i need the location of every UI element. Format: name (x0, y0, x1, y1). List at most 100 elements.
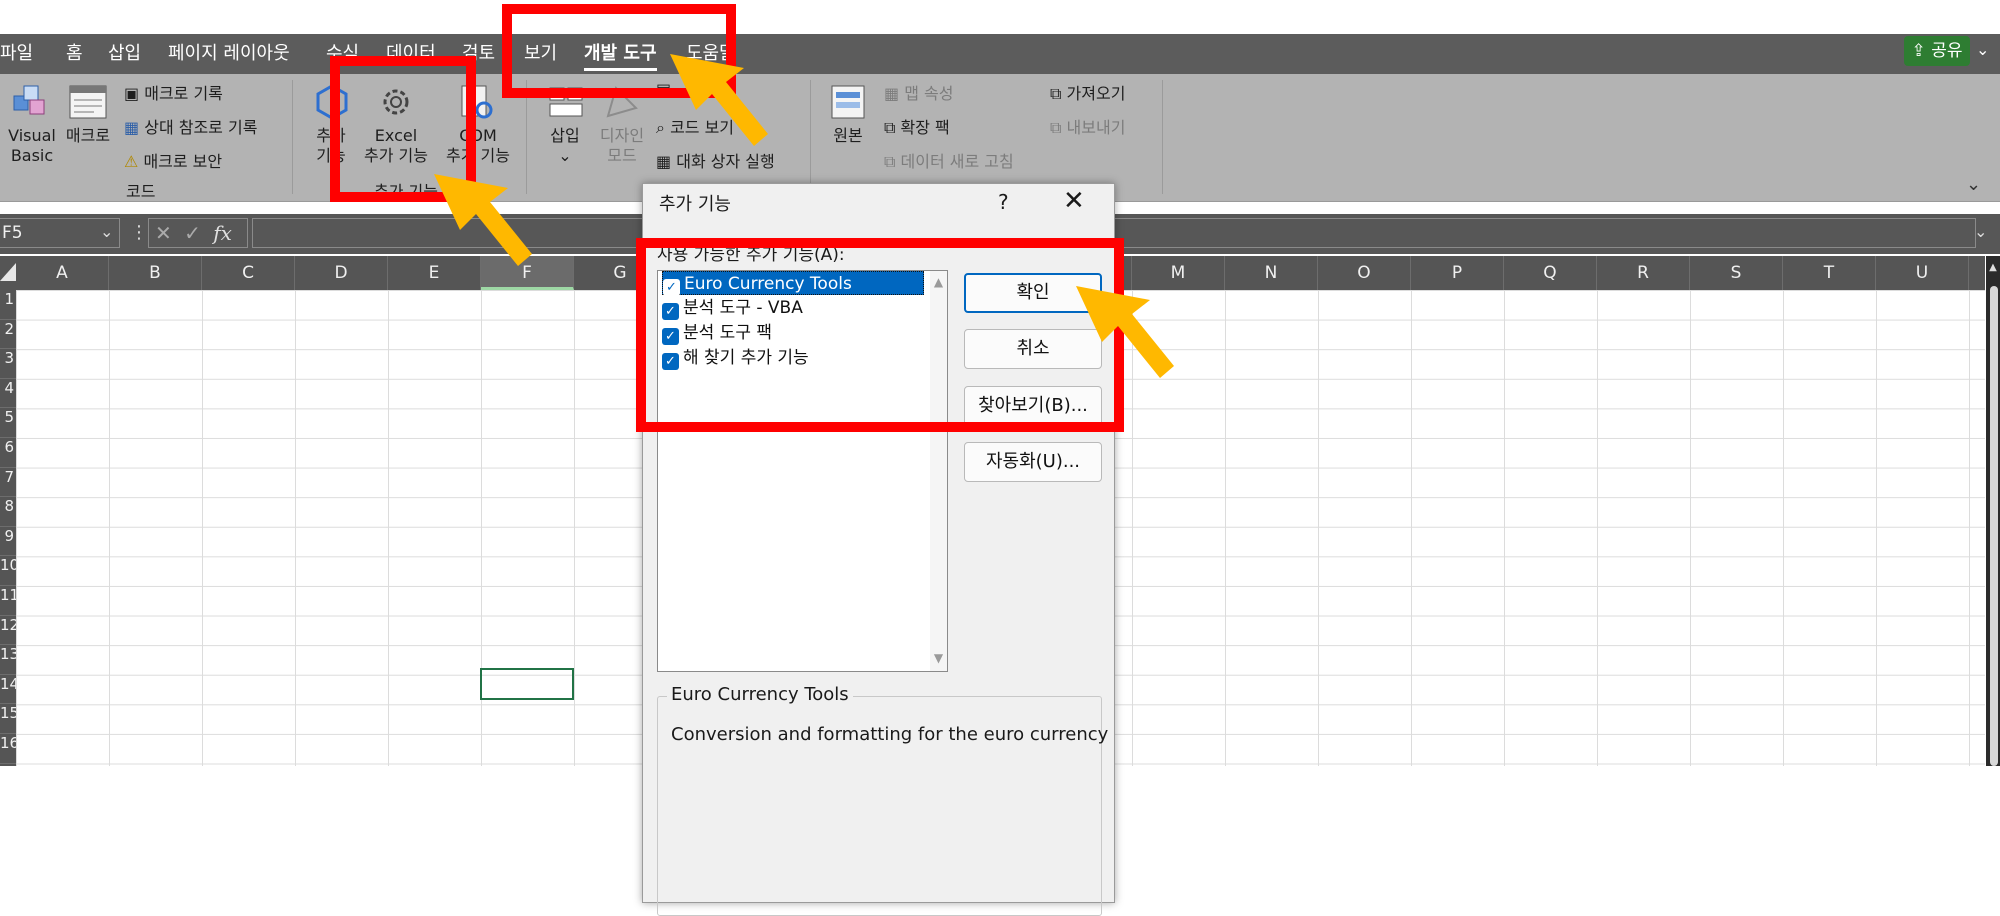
row-header[interactable]: 13 (0, 645, 16, 675)
relative-refs-label: 상대 참조로 기록 (144, 118, 258, 137)
column-header[interactable]: B (109, 256, 202, 290)
source-button[interactable]: 원본 (822, 126, 874, 146)
automation-button[interactable]: 자동화(U)... (964, 442, 1102, 482)
scrollbar-thumb[interactable] (1990, 286, 1998, 766)
export-label: 내보내기 (1066, 118, 1126, 137)
record-macro-icon: ▣ (124, 84, 140, 103)
column-header[interactable]: R (1597, 256, 1690, 290)
visual-basic-label-1: Visual (8, 126, 56, 145)
chevron-down-icon[interactable]: ⌄ (1976, 40, 1989, 59)
pointer-arrow-icon (434, 174, 532, 266)
ribbon-separator (810, 80, 811, 194)
row-headers: 12345678910111213141516 (0, 290, 16, 766)
row-header[interactable]: 6 (0, 438, 16, 468)
column-header[interactable]: S (1690, 256, 1783, 290)
row-header[interactable]: 3 (0, 349, 16, 379)
run-dialog-button[interactable]: ▦ 대화 상자 실행 (656, 148, 775, 172)
refresh-data-icon: ⧉ (884, 152, 896, 171)
tab-insert[interactable]: 삽입 (108, 34, 141, 74)
macro-security-button[interactable]: ⚠ 매크로 보안 (124, 148, 222, 172)
import-button[interactable]: ⧉ 가져오기 (1050, 80, 1125, 104)
export-button[interactable]: ⧉ 내보내기 (1050, 114, 1125, 138)
description-text: Conversion and formatting for the euro c… (671, 724, 1109, 745)
column-header[interactable]: C (202, 256, 295, 290)
row-header[interactable]: 2 (0, 320, 16, 350)
scroll-down-icon[interactable]: ▼ (930, 651, 947, 665)
visual-basic-icon (13, 85, 45, 115)
column-header[interactable]: D (295, 256, 388, 290)
design-mode-label-1: 디자인 (599, 126, 645, 145)
row-header[interactable]: 5 (0, 408, 16, 438)
import-icon: ⧉ (1050, 84, 1062, 103)
design-mode-label-2: 모드 (607, 146, 637, 165)
macro-security-label: 매크로 보안 (143, 152, 223, 171)
selected-cell[interactable] (480, 668, 574, 700)
row-header[interactable]: 4 (0, 379, 16, 409)
record-macro-label: 매크로 기록 (144, 84, 223, 103)
row-header[interactable]: 8 (0, 497, 16, 527)
visual-basic-button[interactable]: Visual Basic (6, 126, 58, 166)
scroll-up-icon[interactable]: ▲ (1986, 262, 2000, 273)
tab-file[interactable]: 파일 (0, 34, 33, 74)
ribbon-tab-bar: 파일 홈 삽입 페이지 레이아웃 수식 데이터 검토 보기 개발 도구 도움말 (0, 34, 2000, 74)
share-icon: ⇪ (1911, 41, 1926, 61)
column-header[interactable]: U (1876, 256, 1969, 290)
row-header[interactable]: 16 (0, 734, 16, 764)
row-header[interactable]: 9 (0, 527, 16, 557)
select-all-corner[interactable] (0, 263, 16, 281)
chevron-down-icon[interactable]: ⌄ (100, 218, 113, 246)
tab-page-layout[interactable]: 페이지 레이아웃 (168, 34, 290, 74)
design-mode-button[interactable]: 디자인 모드 (592, 126, 652, 166)
map-properties-button[interactable]: ▦ 맵 속성 (884, 80, 953, 104)
run-dialog-label: 대화 상자 실행 (676, 152, 775, 171)
more-icon[interactable]: ⋮ (130, 218, 148, 248)
grid-icon: ▦ (124, 118, 140, 137)
insert-function-button[interactable]: fx (213, 221, 232, 245)
row-header[interactable]: 1 (0, 290, 16, 320)
cancel-icon[interactable]: ✕ (155, 221, 172, 245)
expansion-packs-button[interactable]: ⧉ 확장 팩 (884, 114, 950, 138)
row-header[interactable]: 12 (0, 616, 16, 646)
highlight-addins-list (636, 238, 1124, 432)
row-header[interactable]: 14 (0, 675, 16, 705)
chevron-down-icon[interactable]: ⌄ (1974, 222, 1987, 241)
formula-buttons: ✕ ✓ fx (148, 218, 248, 248)
expansion-packs-label: 확장 팩 (900, 118, 950, 137)
row-header[interactable]: 15 (0, 704, 16, 734)
warning-icon: ⚠ (124, 152, 139, 171)
tab-home[interactable]: 홈 (66, 34, 83, 74)
column-header[interactable]: A (16, 256, 109, 290)
dialog-title: 추가 기능 (659, 194, 731, 215)
insert-control-button[interactable]: 삽입 ⌄ (540, 126, 590, 166)
description-title: Euro Currency Tools (667, 684, 853, 705)
column-header[interactable]: Q (1504, 256, 1597, 290)
row-header[interactable]: 11 (0, 586, 16, 616)
close-icon[interactable]: ✕ (1063, 186, 1085, 216)
ribbon-separator (1162, 80, 1163, 194)
group-label-code: 코드 (126, 182, 156, 201)
macros-button[interactable]: 매크로 (62, 126, 114, 146)
map-properties-label: 맵 속성 (904, 84, 954, 103)
column-header[interactable]: T (1783, 256, 1876, 290)
column-header[interactable]: O (1318, 256, 1411, 290)
row-header[interactable]: 10 (0, 556, 16, 586)
collapse-ribbon-icon[interactable]: ⌄ (1966, 174, 1981, 195)
row-header[interactable]: 7 (0, 468, 16, 498)
share-button[interactable]: ⇪ 공유 (1904, 36, 1970, 66)
insert-control-label: 삽입 (550, 126, 580, 145)
help-button[interactable]: ? (998, 190, 1009, 214)
map-properties-icon: ▦ (884, 84, 900, 103)
relative-refs-button[interactable]: ▦ 상대 참조로 기록 (124, 114, 257, 138)
column-header[interactable]: N (1225, 256, 1318, 290)
run-dialog-icon: ▦ (656, 152, 672, 171)
chevron-down-icon: ⌄ (558, 146, 572, 165)
refresh-data-button[interactable]: ⧉ 데이터 새로 고침 (884, 148, 1014, 172)
record-macro-button[interactable]: ▣ 매크로 기록 (124, 80, 223, 104)
visual-basic-label-2: Basic (10, 146, 54, 165)
expansion-packs-icon: ⧉ (884, 118, 896, 137)
pointer-arrow-icon (1076, 286, 1174, 378)
column-header[interactable]: P (1411, 256, 1504, 290)
check-icon[interactable]: ✓ (184, 221, 201, 245)
macros-icon (69, 85, 107, 119)
share-label: 공유 (1931, 41, 1963, 61)
